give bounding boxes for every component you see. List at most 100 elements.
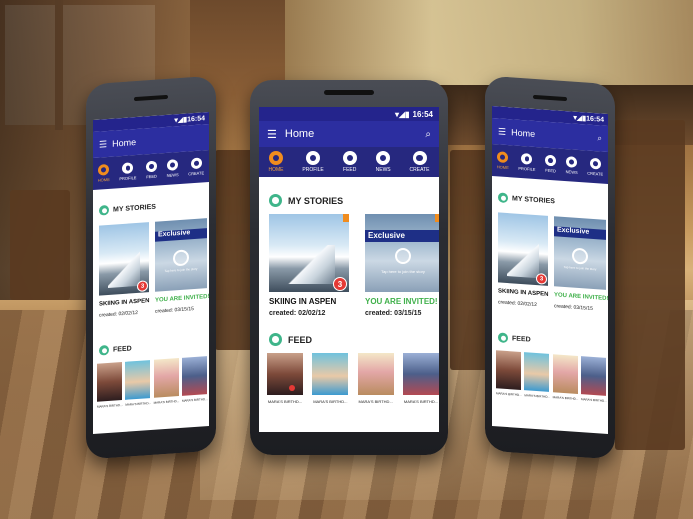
feed-item[interactable]: MARA'S BIRTHD... (524, 352, 550, 404)
join-icon (395, 248, 411, 264)
tab-bar: HOME PROFILE FEED NEWS CREATE (492, 143, 608, 185)
join-icon (173, 249, 189, 267)
story-title: YOU ARE INVITED! (155, 293, 209, 304)
stories-section-icon (498, 192, 508, 204)
feed-strip: MARA'S BIRTHD... MARA'S BIRTHD... MARA'S… (267, 353, 439, 408)
exclusive-banner: Exclusive (365, 230, 439, 242)
create-shutter-icon (589, 157, 601, 170)
story-title: SKIING IN ASPEN (498, 288, 549, 298)
news-shutter-icon (167, 159, 179, 171)
feed-section-icon (99, 344, 109, 356)
tab-profile[interactable]: PROFILE (302, 151, 324, 173)
feed-item[interactable]: MARA'S BIRTHD... (312, 353, 349, 408)
home-shutter-icon (98, 163, 110, 176)
tab-home[interactable]: HOME (268, 151, 283, 173)
feed-strip: MARA'S BIRTHD... MARA'S BIRTHD... MARA'S… (496, 350, 607, 408)
tap-to-join: Tap here to join the story (563, 264, 597, 272)
story-thumbnail: Exclusive Tap here to join the story (365, 214, 439, 292)
feed-item[interactable]: MARA'S BIRTHD... (97, 362, 123, 414)
story-card-invite[interactable]: Exclusive Tap here to join the story YOU… (155, 218, 209, 322)
search-icon[interactable]: ⌕ (425, 129, 431, 140)
feed-thumbnail (312, 353, 349, 395)
feed-thumbnail (181, 356, 207, 396)
signal-icon: ▾◢▮ (174, 116, 188, 125)
home-shutter-icon (268, 151, 283, 165)
story-card-invite[interactable]: Exclusive Tap here to join the story YOU… (365, 214, 439, 319)
feed-thumbnail (524, 352, 550, 392)
chair (615, 120, 685, 450)
status-time: 16:54 (412, 109, 433, 119)
feed-thumbnail (357, 353, 394, 395)
tap-to-join: Tap here to join the story (164, 266, 198, 274)
tab-feed[interactable]: FEED (545, 154, 557, 174)
feed-thumbnail (97, 362, 122, 402)
tab-feed[interactable]: FEED (342, 151, 357, 173)
profile-shutter-icon (521, 153, 533, 165)
story-card-skiing[interactable]: 3 SKIING IN ASPEN created: 02/02/12 (269, 214, 349, 319)
feed-item[interactable]: MARA'S BIRTHD... (125, 360, 151, 412)
phone-screen: ▾◢▮ 16:54 ☰ Home ⌕ HOME PROFILE FEED NEWS… (259, 107, 439, 432)
feed-section-icon (269, 333, 282, 346)
menu-icon[interactable]: ☰ (267, 128, 277, 141)
create-shutter-icon (190, 157, 202, 170)
chair (10, 190, 70, 300)
tab-profile[interactable]: PROFILE (518, 153, 535, 172)
phone-center: ▾◢▮ 16:54 ☰ Home ⌕ HOME PROFILE FEED NEWS… (250, 80, 448, 455)
status-time: 16:54 (586, 115, 604, 124)
bookmark-corner (343, 214, 349, 222)
profile-shutter-icon (122, 162, 134, 174)
phone-right: ▾◢▮ 16:54 ☰ Home ⌕ HOME PROFILE FEED NEW… (485, 75, 615, 460)
feed-thumbnail (496, 350, 521, 390)
feed-item[interactable]: MARA'S BIRTHD... (552, 354, 578, 406)
app-title: Home (284, 128, 315, 140)
feed-item[interactable]: MARA'S BIRTHD... (153, 358, 179, 410)
feed-section-icon (498, 332, 508, 344)
story-thumbnail: Exclusive Tap here to join the story (554, 216, 606, 290)
my-stories-heading: MY STORIES (99, 202, 156, 216)
menu-icon[interactable]: ☰ (498, 126, 506, 138)
menu-icon[interactable]: ☰ (99, 139, 107, 151)
story-badge: 3 (333, 277, 347, 291)
tab-news[interactable]: NEWS (167, 159, 179, 178)
search-icon[interactable]: ⌕ (598, 133, 602, 143)
app-title: Home (511, 127, 536, 139)
tab-create[interactable]: CREATE (188, 157, 204, 176)
tab-news[interactable]: NEWS (566, 156, 578, 175)
story-thumbnail: Exclusive Tap here to join the story (155, 218, 207, 292)
story-card-skiing[interactable]: 3 SKIING IN ASPEN created: 02/02/12 (498, 212, 548, 315)
feed-item[interactable]: MARA'S BIRTHD... (580, 356, 607, 408)
tab-feed[interactable]: FEED (146, 160, 158, 180)
story-date: created: 03/15/15 (365, 310, 422, 317)
feed-item[interactable]: MARA'S BIRTHD... (357, 353, 394, 408)
story-card-skiing[interactable]: 3 SKIING IN ASPEN created: 02/02/12 (99, 222, 149, 325)
feed-shutter-icon (545, 154, 557, 167)
tab-news[interactable]: NEWS (376, 151, 391, 173)
stories-section-icon (99, 204, 109, 216)
feed-item[interactable]: MARA'S BIRTHD... (496, 350, 522, 402)
story-card-invite[interactable]: Exclusive Tap here to join the story YOU… (554, 216, 608, 320)
feed-item[interactable]: MARA'S BIRTHD... (181, 356, 208, 408)
phone-left: ▾◢▮ 16:54 ☰ Home HOME PROFILE FEED NEWS … (86, 75, 216, 460)
tab-profile[interactable]: PROFILE (119, 162, 136, 181)
tab-home[interactable]: HOME (98, 163, 110, 183)
feed-heading: FEED (269, 333, 312, 346)
join-icon (572, 247, 588, 265)
feed-item[interactable]: MARA'S BIRTHD... (402, 353, 439, 408)
feed-thumbnail (125, 360, 151, 400)
tab-create[interactable]: CREATE (410, 151, 429, 173)
exclusive-banner: Exclusive (155, 228, 207, 242)
signal-icon: ▾◢▮ (394, 109, 410, 119)
create-shutter-icon (412, 151, 427, 165)
feed-heading: FEED (99, 343, 132, 356)
tab-bar: HOME PROFILE FEED NEWS CREATE (259, 147, 439, 177)
feed-thumbnail (552, 354, 578, 394)
feed-thumbnail (402, 353, 439, 395)
tab-home[interactable]: HOME (497, 151, 509, 170)
tab-create[interactable]: CREATE (587, 157, 603, 177)
feed-item[interactable]: MARA'S BIRTHD... (267, 353, 303, 408)
feed-thumbnail (580, 356, 606, 396)
phone-screen: ▾◢▮ 16:54 ☰ Home HOME PROFILE FEED NEWS … (93, 111, 209, 435)
app-bar: ☰ Home ⌕ (259, 121, 439, 147)
profile-shutter-icon (306, 151, 321, 165)
news-shutter-icon (376, 151, 391, 165)
